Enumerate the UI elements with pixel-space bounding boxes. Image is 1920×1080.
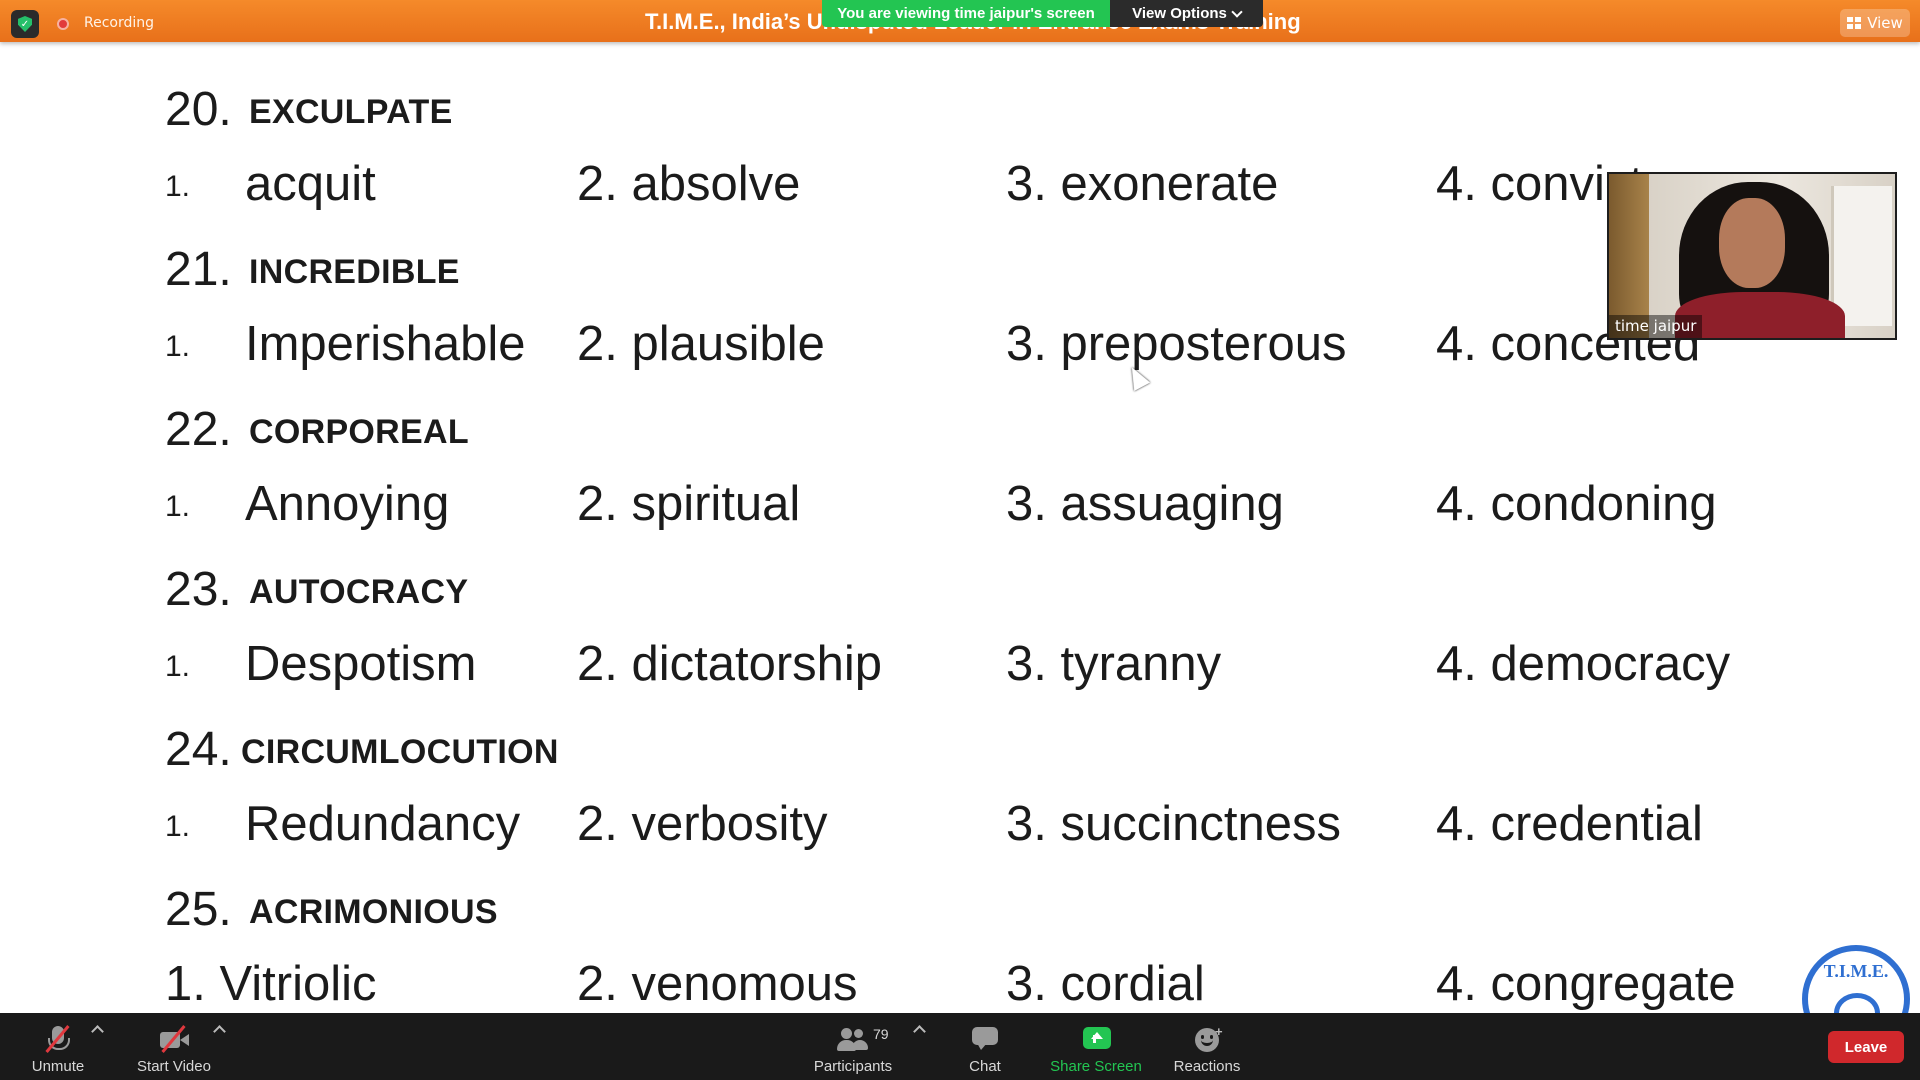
option-3: 3. assuaging [1006, 477, 1284, 531]
participants-button[interactable]: Participants [806, 1013, 900, 1080]
option-2: 2. dictatorship [577, 637, 883, 691]
option-4: 4. congregate [1436, 957, 1736, 1011]
participant-video-tile[interactable]: time jaipur [1607, 172, 1897, 340]
meeting-toolbar: Unmute Start Video Participants 79 Chat … [0, 1013, 1920, 1080]
question-number: 21. [165, 243, 232, 296]
participant-name-label: time jaipur [1609, 315, 1703, 338]
start-video-label: Start Video [137, 1058, 211, 1075]
option-1: Despotism [245, 637, 477, 691]
question-number: 25. [165, 883, 232, 936]
recording-icon [57, 18, 69, 30]
question-word: CIRCUMLOCUTION [241, 733, 559, 771]
chat-bubble-icon [969, 1024, 1001, 1054]
camera-off-icon [158, 1024, 190, 1054]
grid-view-icon [1847, 17, 1862, 29]
share-screen-label: Share Screen [1050, 1058, 1142, 1075]
video-window-frame [1831, 186, 1892, 326]
option-number: 1. [165, 170, 191, 203]
option-1: 1. Vitriolic [165, 957, 377, 1011]
question-number: 20. [165, 83, 232, 136]
question-number: 24. [165, 723, 232, 776]
view-options-button[interactable]: View Options [1110, 0, 1263, 27]
view-label: View [1867, 14, 1903, 32]
viewing-screen-banner: You are viewing time jaipur's screen [822, 0, 1110, 27]
question-word: INCREDIBLE [249, 253, 460, 291]
reactions-label: Reactions [1173, 1058, 1241, 1075]
option-3: 3. tyranny [1006, 637, 1222, 691]
question-number: 22. [165, 403, 232, 456]
participants-icon [837, 1024, 869, 1054]
start-video-button[interactable]: Start Video [130, 1013, 218, 1080]
option-number: 1. [165, 330, 191, 363]
question-word: AUTOCRACY [249, 573, 469, 611]
option-4: 4. democracy [1436, 637, 1731, 691]
logo-text: T.I.M.E. [1823, 961, 1889, 981]
option-number: 1. [165, 490, 191, 523]
option-1: Annoying [245, 477, 450, 531]
participants-label: Participants [813, 1058, 893, 1075]
option-3: 3. cordial [1006, 957, 1205, 1011]
reactions-button[interactable]: + Reactions [1167, 1013, 1247, 1080]
share-screen-button[interactable]: Share Screen [1045, 1013, 1147, 1080]
reactions-smiley-icon: + [1191, 1024, 1223, 1054]
share-screen-icon [1080, 1024, 1112, 1054]
option-number: 1. [165, 650, 191, 683]
unmute-button[interactable]: Unmute [20, 1013, 96, 1080]
chevron-down-icon [1231, 5, 1243, 18]
option-2: 2. absolve [577, 157, 801, 211]
option-2: 2. verbosity [577, 797, 828, 851]
option-1: acquit [245, 157, 376, 211]
option-2: 2. spiritual [577, 477, 801, 531]
recording-label: Recording [84, 15, 155, 31]
option-3: 3. succinctness [1006, 797, 1341, 851]
question-word: ACRIMONIOUS [249, 893, 498, 931]
option-3: 3. preposterous [1006, 317, 1347, 371]
option-2: 2. venomous [577, 957, 858, 1011]
option-number: 1. [165, 810, 191, 843]
option-3: 3. exonerate [1006, 157, 1279, 211]
security-shield-icon[interactable]: ✓ [11, 10, 39, 38]
option-4: 4. credential [1436, 797, 1703, 851]
participants-count: 79 [873, 1026, 889, 1042]
leave-button[interactable]: Leave [1828, 1031, 1904, 1063]
video-person-face [1719, 198, 1785, 288]
option-4: 4. condoning [1436, 477, 1717, 531]
chat-button[interactable]: Chat [955, 1013, 1015, 1080]
option-1: Imperishable [245, 317, 526, 371]
unmute-label: Unmute [31, 1058, 85, 1075]
chat-label: Chat [969, 1058, 1001, 1075]
participants-options-caret-icon[interactable] [913, 1025, 926, 1038]
question-word: CORPOREAL [249, 413, 469, 451]
option-1: Redundancy [245, 797, 521, 851]
view-button[interactable]: View [1840, 9, 1910, 37]
view-options-label: View Options [1132, 5, 1227, 22]
option-2: 2. plausible [577, 317, 825, 371]
microphone-muted-icon [42, 1024, 74, 1054]
question-word: EXCULPATE [249, 93, 453, 131]
question-number: 23. [165, 563, 232, 616]
